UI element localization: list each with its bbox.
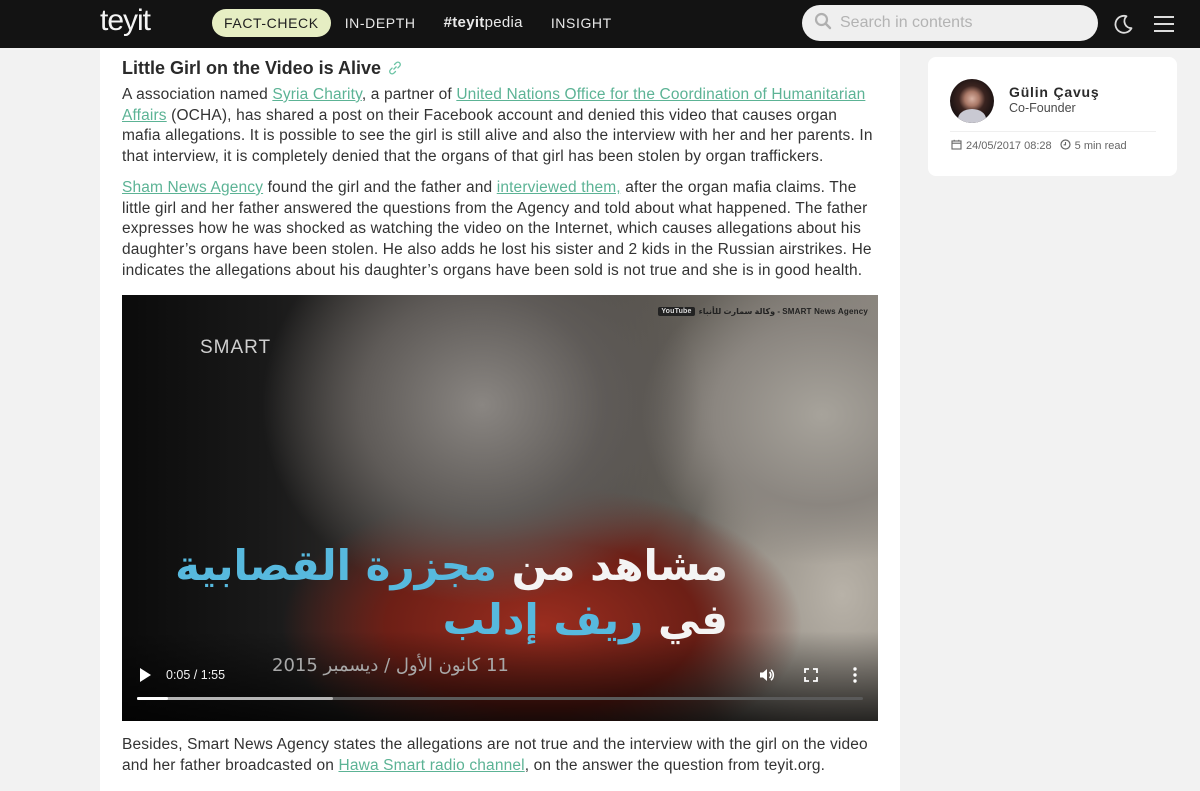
search-box[interactable] bbox=[802, 5, 1098, 41]
text-segment: found the girl and the father and bbox=[263, 178, 497, 196]
paragraph-2: Sham News Agency found the girl and the … bbox=[122, 178, 878, 282]
caption-white: في bbox=[643, 595, 728, 645]
section-heading-text: Little Girl on the Video is Alive bbox=[122, 57, 382, 78]
paragraph-1: A association named Syria Charity, a par… bbox=[122, 85, 878, 168]
video-time-display: 0:05 / 1:55 bbox=[166, 668, 226, 683]
author-avatar[interactable] bbox=[950, 79, 994, 123]
play-icon[interactable] bbox=[138, 667, 152, 683]
read-time: 5 min read bbox=[1074, 140, 1127, 152]
nav-insight[interactable]: INSIGHT bbox=[539, 9, 624, 37]
search-icon bbox=[814, 12, 832, 35]
top-navigation-bar: teyit FACT-CHECK IN-DEPTH #teyitpedia IN… bbox=[0, 0, 1200, 48]
link-syria-charity[interactable]: Syria Charity bbox=[272, 86, 362, 103]
nav-teyitpedia[interactable]: #teyitpedia bbox=[430, 9, 537, 37]
text-segment: (OCHA), has shared a post on their Faceb… bbox=[122, 106, 873, 166]
text-segment: A association named bbox=[122, 86, 273, 103]
article-meta: 24/05/2017 08:28 5 min read bbox=[951, 139, 1127, 153]
embedded-video-player[interactable]: YouTube وكالة سمارت للأنباء - SMART News… bbox=[122, 295, 878, 722]
nav-teyitpedia-hash: #teyit bbox=[443, 14, 485, 31]
watermark-text: وكالة سمارت للأنباء - SMART News Agency bbox=[698, 307, 868, 317]
calendar-icon bbox=[951, 139, 966, 153]
smart-channel-logo: SMART bbox=[200, 337, 272, 359]
article-content: Little Girl on the Video is Alive A asso… bbox=[100, 48, 900, 791]
author-name[interactable]: Gülin Çavuş bbox=[1009, 84, 1099, 100]
moon-icon[interactable] bbox=[1111, 12, 1135, 36]
progress-played bbox=[137, 697, 169, 701]
publish-date: 24/05/2017 08:28 bbox=[966, 140, 1052, 152]
site-logo[interactable]: teyit bbox=[100, 4, 151, 38]
paragraph-3: Besides, Smart News Agency states the al… bbox=[122, 735, 878, 776]
link-sham-news-agency[interactable]: Sham News Agency bbox=[122, 179, 263, 196]
video-caption-line-2: في ريف إدلب bbox=[443, 595, 728, 644]
nav-fact-check[interactable]: FACT-CHECK bbox=[212, 9, 331, 37]
main-nav: FACT-CHECK IN-DEPTH #teyitpedia INSIGHT bbox=[212, 9, 626, 37]
fullscreen-icon[interactable] bbox=[803, 667, 819, 683]
caption-blue: مجزرة القصابية bbox=[175, 541, 498, 591]
youtube-badge: YouTube bbox=[658, 307, 695, 317]
divider bbox=[950, 131, 1156, 132]
caption-white: مشاهد من bbox=[497, 541, 728, 591]
video-caption-line-1: مشاهد من مجزرة القصابية bbox=[175, 541, 728, 590]
video-caption-date: 11 كانون الأول / ديسمبر 2015 bbox=[272, 655, 509, 677]
caption-blue: ريف إدلب bbox=[442, 595, 644, 645]
clock-icon bbox=[1060, 139, 1075, 153]
author-role: Co-Founder bbox=[1009, 101, 1076, 115]
text-segment: , on the answer the question from teyit.… bbox=[524, 757, 826, 775]
link-interviewed-them[interactable]: interviewed them, bbox=[497, 179, 621, 196]
anchor-link-icon[interactable] bbox=[387, 60, 403, 76]
more-options-icon[interactable] bbox=[851, 666, 859, 684]
volume-icon[interactable] bbox=[758, 666, 776, 684]
link-hawa-smart-radio[interactable]: Hawa Smart radio channel bbox=[338, 757, 524, 774]
author-card: Gülin Çavuş Co-Founder 24/05/2017 08:28 … bbox=[928, 57, 1177, 176]
nav-teyitpedia-rest: pedia bbox=[484, 14, 523, 31]
section-heading: Little Girl on the Video is Alive bbox=[122, 56, 878, 80]
search-input[interactable] bbox=[840, 14, 1080, 32]
nav-in-depth[interactable]: IN-DEPTH bbox=[333, 9, 428, 37]
video-progress-bar[interactable] bbox=[137, 697, 863, 701]
hamburger-menu-icon[interactable] bbox=[1152, 12, 1176, 36]
text-segment: , a partner of bbox=[361, 86, 457, 103]
video-watermark: YouTube وكالة سمارت للأنباء - SMART News… bbox=[658, 307, 868, 317]
